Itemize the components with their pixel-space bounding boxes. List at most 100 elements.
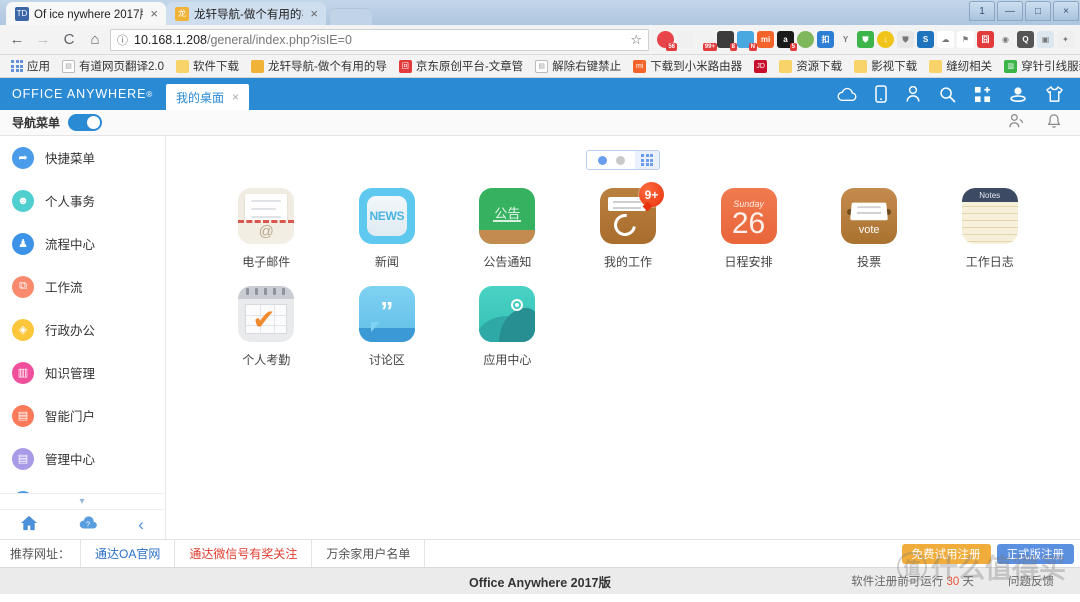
recommend-link-oa-site[interactable]: 通达OA官网: [80, 539, 174, 568]
vote-icon[interactable]: vote: [841, 188, 898, 244]
app-item-notes[interactable]: Notes 工作日志: [929, 188, 1050, 270]
bookmark-item[interactable]: JD: [749, 58, 772, 75]
camera2-ext[interactable]: ◉: [997, 31, 1014, 48]
app-item-mail[interactable]: @ 电子邮件: [206, 188, 327, 270]
site-info-icon[interactable]: ⓘ: [117, 32, 128, 48]
collapse-icon[interactable]: ‹: [138, 515, 144, 535]
red-grid-ext[interactable]: 囧: [977, 31, 994, 48]
window-minimize-button[interactable]: —: [997, 1, 1023, 21]
contacts-icon[interactable]: [1008, 113, 1026, 132]
sidebar-item-7[interactable]: ▤ 管理中心: [0, 437, 165, 480]
bookmark-item[interactable]: 软件下载: [171, 56, 244, 76]
sidebar-scroll-down-icon[interactable]: ▾: [0, 493, 164, 510]
window-profile-button[interactable]: 1: [969, 1, 995, 21]
shield-green-ext[interactable]: ⛊: [857, 31, 874, 48]
cloud2-ext[interactable]: ☁: [937, 31, 954, 48]
flag-ext[interactable]: ⚑: [957, 31, 974, 48]
avatar-icon[interactable]: [1009, 86, 1027, 102]
green-dot-ext[interactable]: [797, 31, 814, 48]
bookmark-item[interactable]: 龙轩导航-做个有用的导: [246, 56, 392, 76]
pic-ext[interactable]: ▣: [1037, 31, 1054, 48]
oa-tab-my-desktop[interactable]: 我的桌面 ×: [166, 84, 250, 110]
app-item-vote[interactable]: vote 投票: [809, 188, 930, 270]
oa-tab-close-icon[interactable]: ×: [232, 90, 239, 104]
window-maximize-button[interactable]: □: [1025, 1, 1051, 21]
add-app-icon[interactable]: [974, 86, 991, 103]
app-item-forum[interactable]: ” 讨论区: [327, 286, 448, 368]
browser-tab-0[interactable]: TD Of ice nywhere 2017版 ×: [6, 2, 166, 25]
window-close-button[interactable]: ×: [1053, 1, 1079, 21]
mobile-icon[interactable]: [875, 85, 887, 103]
search-icon[interactable]: [939, 86, 956, 103]
forum-icon[interactable]: ”: [358, 286, 415, 342]
runner-ext[interactable]: 99+: [697, 31, 717, 51]
user-icon[interactable]: [905, 85, 921, 103]
bookmark-item[interactable]: 影视下载: [849, 56, 922, 76]
cloud-icon[interactable]: [837, 87, 857, 102]
sidebar-item-1[interactable]: ☻ 个人事务: [0, 179, 165, 222]
reload-icon[interactable]: C: [58, 29, 80, 51]
app-item-notice[interactable]: 公告 公告通知: [447, 188, 568, 270]
recommend-link-wechat[interactable]: 通达微信号有奖关注: [174, 539, 311, 568]
recommend-link-users[interactable]: 万余家用户名单: [311, 539, 424, 568]
mail-icon[interactable]: @: [238, 188, 295, 244]
tab-close-icon[interactable]: ×: [148, 7, 160, 20]
nav-menu-toggle[interactable]: [68, 114, 103, 131]
full-version-register-button[interactable]: 正式版注册: [996, 543, 1074, 564]
notice-icon[interactable]: 公告: [479, 188, 536, 244]
mi-ext[interactable]: mi: [757, 31, 774, 48]
help-cloud-icon[interactable]: ?: [78, 515, 98, 535]
bookmark-item[interactable]: 缝纫相关: [924, 56, 997, 76]
feedback-link[interactable]: 问题反馈: [1008, 573, 1054, 589]
sidebar-item-0[interactable]: ➦ 快捷菜单: [0, 136, 165, 179]
amazon-ext[interactable]: a5: [777, 31, 797, 51]
bookmark-item[interactable]: ▤ 解除右键禁止: [530, 56, 626, 76]
cloud-ext[interactable]: N: [737, 31, 757, 51]
news-icon[interactable]: NEWS: [358, 188, 415, 244]
forward-icon[interactable]: →: [32, 29, 54, 51]
home-icon[interactable]: ⌂: [84, 29, 106, 51]
app-item-attendance[interactable]: ✔ 个人考勤: [206, 286, 327, 368]
people-ext[interactable]: [677, 31, 694, 48]
bookmark-item[interactable]: 回京东原创平台-文章管: [394, 56, 528, 76]
sidebar-item-6[interactable]: ▤ 智能门户: [0, 394, 165, 437]
bell-icon[interactable]: [1046, 113, 1062, 133]
v-ext[interactable]: Y: [837, 31, 854, 48]
sidebar-item-2[interactable]: ♟ 流程中心: [0, 222, 165, 265]
tab-close-icon[interactable]: ×: [308, 7, 320, 20]
sidebar-item-5[interactable]: ▥ 知识管理: [0, 351, 165, 394]
baidu-ext[interactable]: 56: [657, 31, 677, 51]
notes-icon[interactable]: Notes: [961, 188, 1018, 244]
blue-ext[interactable]: 扣: [817, 31, 834, 48]
bookmark-star-icon[interactable]: ☆: [630, 32, 642, 48]
free-trial-register-button[interactable]: 免费试用注册: [901, 543, 991, 564]
grey-shield-ext[interactable]: ⛊: [897, 31, 914, 48]
my-work-icon[interactable]: 9+: [599, 182, 664, 244]
view-toggle-grid-button[interactable]: [635, 151, 659, 169]
dark-ext[interactable]: Q: [1017, 31, 1034, 48]
calendar-icon[interactable]: Sunday 26: [720, 188, 777, 244]
bookmark-item[interactable]: ▤ 有道网页翻译2.0: [57, 56, 169, 76]
home-icon[interactable]: [20, 515, 38, 535]
grey-ext[interactable]: ✦: [1057, 31, 1074, 48]
app-center-icon[interactable]: [479, 286, 536, 342]
app-item-my-work[interactable]: 9+ 我的工作: [568, 182, 689, 270]
attendance-icon[interactable]: ✔: [238, 286, 295, 342]
shirt-icon[interactable]: [1045, 85, 1064, 103]
view-toggle[interactable]: [586, 150, 660, 170]
bookmark-item[interactable]: ▥穿针引线服装论坛-服: [999, 56, 1080, 76]
view-toggle-dots[interactable]: [587, 151, 635, 169]
view-dot-active[interactable]: [597, 155, 607, 165]
camera-ext[interactable]: 8: [717, 31, 737, 51]
browser-tab-1[interactable]: 龙 龙轩导航-做个有用的导航 ×: [166, 2, 326, 25]
view-dot-inactive[interactable]: [615, 155, 625, 165]
app-item-news[interactable]: NEWS 新闻: [327, 188, 448, 270]
sidebar-item-3[interactable]: ⧉ 工作流: [0, 265, 165, 308]
app-item-calendar[interactable]: Sunday 26 日程安排: [688, 188, 809, 270]
new-tab-button[interactable]: [330, 8, 372, 25]
bookmark-item[interactable]: mi 下载到小米路由器: [628, 56, 747, 76]
s-ext[interactable]: S: [917, 31, 934, 48]
bookmark-item[interactable]: 资源下载: [774, 56, 847, 76]
bookmark-item[interactable]: 应用: [6, 56, 55, 76]
yellow-ext[interactable]: ↓: [877, 31, 894, 48]
